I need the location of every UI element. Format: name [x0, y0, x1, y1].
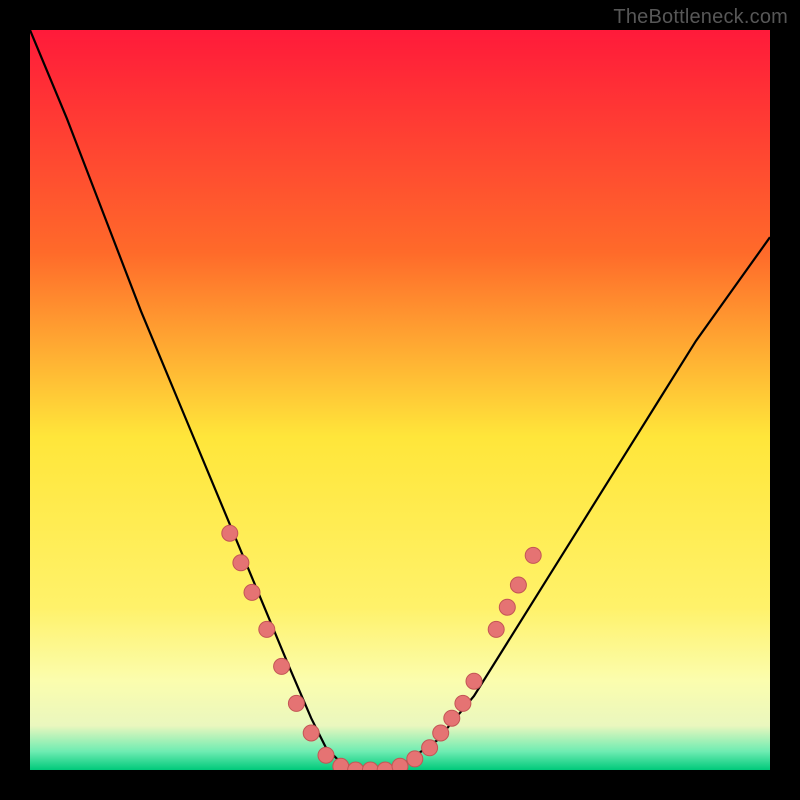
curve-marker	[488, 621, 504, 637]
curve-marker	[274, 658, 290, 674]
curve-marker	[244, 584, 260, 600]
chart-svg	[30, 30, 770, 770]
curve-marker	[499, 599, 515, 615]
curve-marker	[392, 758, 408, 770]
curve-marker	[455, 695, 471, 711]
curve-marker	[444, 710, 460, 726]
curve-marker	[318, 747, 334, 763]
curve-marker	[333, 758, 349, 770]
curve-marker	[510, 577, 526, 593]
curve-marker	[303, 725, 319, 741]
chart-frame: TheBottleneck.com	[0, 0, 800, 800]
curve-marker	[407, 751, 423, 767]
watermark-text: TheBottleneck.com	[613, 6, 788, 29]
curve-marker	[288, 695, 304, 711]
curve-marker	[422, 740, 438, 756]
curve-marker	[259, 621, 275, 637]
curve-marker	[233, 555, 249, 571]
curve-marker	[222, 525, 238, 541]
curve-marker	[525, 547, 541, 563]
plot-area	[30, 30, 770, 770]
curve-marker	[466, 673, 482, 689]
curve-marker	[433, 725, 449, 741]
